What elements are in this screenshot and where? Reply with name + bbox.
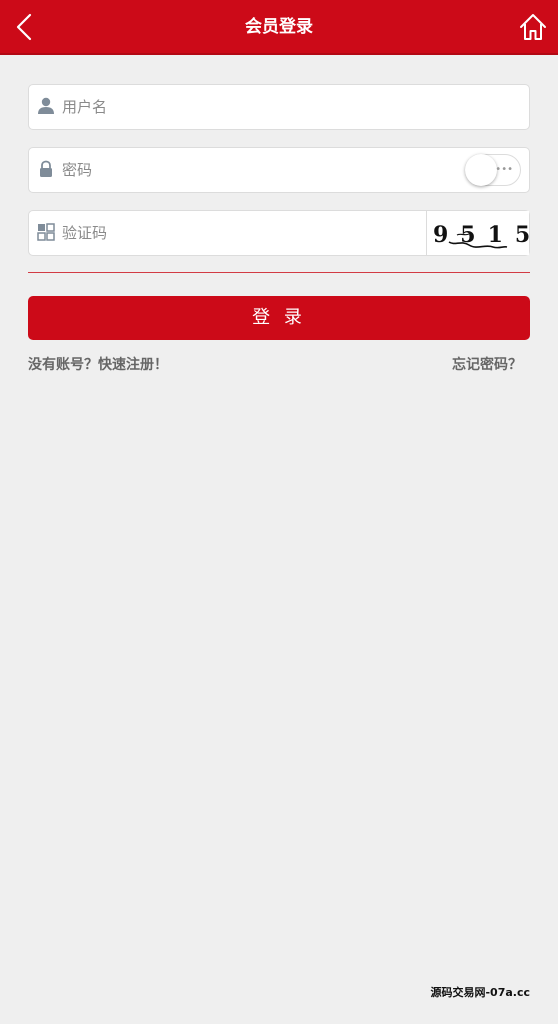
captcha-field: 9515: [28, 210, 530, 256]
username-field: [28, 84, 530, 130]
username-input[interactable]: [62, 85, 522, 129]
login-button[interactable]: 登 录: [28, 296, 530, 340]
user-icon: [38, 97, 54, 114]
home-button[interactable]: [518, 12, 548, 42]
captcha-input[interactable]: [62, 211, 412, 255]
lock-icon: [40, 160, 52, 177]
password-input[interactable]: [62, 148, 452, 192]
watermark-text: 源码交易网-07a.cc: [430, 986, 530, 999]
more-dots-icon: •••: [495, 164, 513, 175]
page-title: 会员登录: [245, 17, 313, 37]
toggle-knob: [465, 154, 497, 186]
password-field: •••: [28, 147, 530, 193]
grid-icon: [37, 223, 55, 241]
register-link[interactable]: 没有账号？快速注册！: [28, 354, 168, 374]
captcha-image[interactable]: 9515: [426, 211, 530, 255]
app-header: 会员登录: [0, 0, 558, 55]
home-icon: [520, 14, 546, 40]
form-divider: [28, 272, 530, 273]
svg-text:9515: 9515: [433, 222, 529, 248]
forgot-password-link[interactable]: 忘记密码？: [452, 354, 522, 374]
show-password-toggle[interactable]: •••: [465, 154, 521, 186]
